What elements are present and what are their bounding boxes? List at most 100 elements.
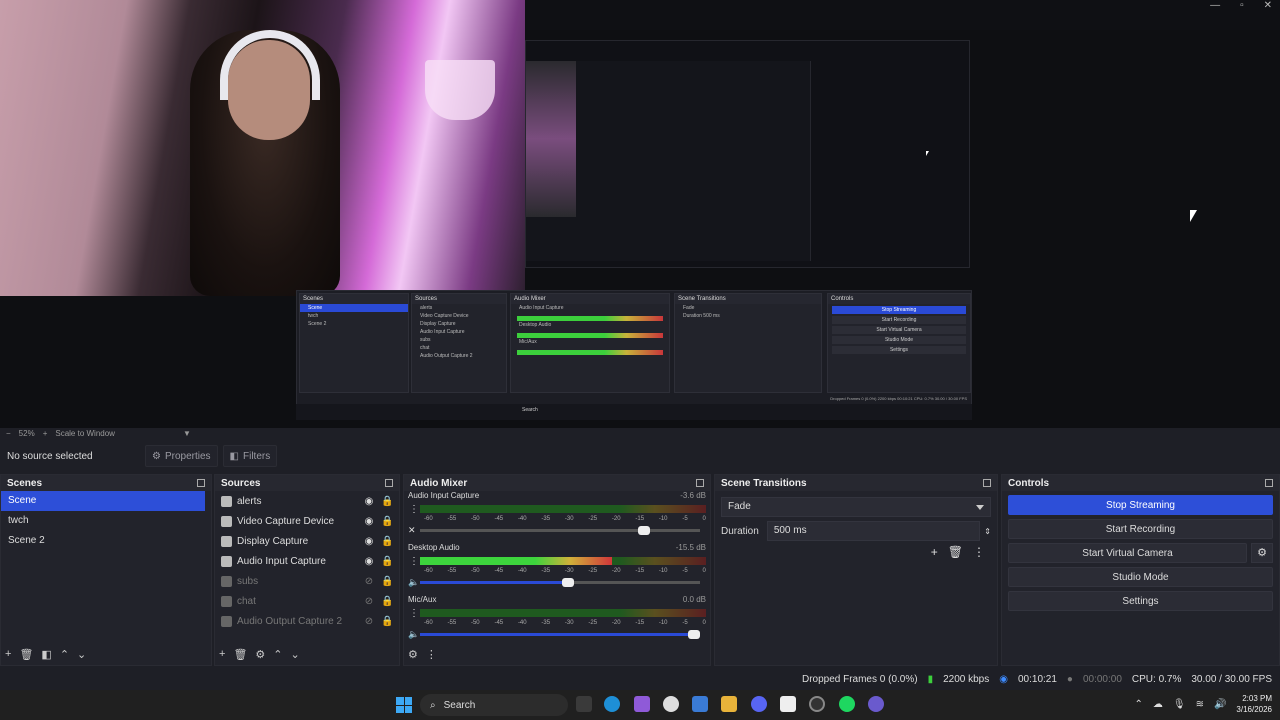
close-button[interactable]: ✕ (1264, 0, 1272, 14)
volume-knob[interactable] (562, 577, 574, 587)
lock-icon[interactable]: 🔒 (381, 616, 393, 627)
undock-icon[interactable] (983, 479, 991, 487)
add-icon[interactable]: + (219, 648, 225, 661)
folder-icon[interactable] (721, 696, 737, 712)
chevron-down-icon[interactable]: ▼ (183, 428, 191, 440)
more-icon[interactable]: ⋮ (408, 556, 420, 567)
volume-rest (649, 528, 700, 532)
lock-icon[interactable]: 🔒 (381, 596, 393, 607)
wifi-icon[interactable]: ≋ (1196, 699, 1204, 710)
add-icon[interactable]: + (931, 545, 938, 559)
volume-icon[interactable]: 🔊 (1214, 699, 1226, 710)
minimize-button[interactable]: — (1210, 0, 1220, 14)
source-item[interactable]: Display Capture ◉ 🔒 (215, 531, 399, 551)
scene-item-twch[interactable]: twch (1, 511, 211, 531)
duration-input[interactable]: 500 ms (766, 521, 981, 541)
source-item[interactable]: subs ⊘ 🔒 (215, 571, 399, 591)
gear-icon[interactable]: ⚙ (255, 648, 265, 661)
mixer-settings-icon[interactable]: ⚙ (408, 648, 418, 661)
properties-button[interactable]: ⚙ Properties (145, 445, 218, 467)
microphone-icon[interactable]: 🎙 (1173, 699, 1186, 710)
volume-knob[interactable] (688, 629, 700, 639)
obs-icon[interactable] (809, 696, 825, 712)
zoom-in-button[interactable]: + (43, 428, 48, 440)
undock-icon[interactable] (385, 479, 393, 487)
discord-icon[interactable] (751, 696, 767, 712)
edge-icon[interactable] (604, 696, 620, 712)
source-item[interactable]: Audio Input Capture ◉ 🔒 (215, 551, 399, 571)
transition-select[interactable]: Fade (721, 497, 991, 517)
settings-button[interactable]: Settings (1008, 591, 1273, 611)
source-item[interactable]: Audio Output Capture 2 ⊘ 🔒 (215, 611, 399, 631)
copilot-icon[interactable] (634, 696, 650, 712)
muted-speaker-icon[interactable]: ✕ (408, 525, 420, 536)
studio-mode-button[interactable]: Studio Mode (1008, 567, 1273, 587)
eye-icon[interactable]: ◉ (363, 516, 375, 527)
volume-slider[interactable] (420, 629, 700, 639)
scene-item-scene-2[interactable]: Scene 2 (1, 531, 211, 551)
chevron-up-icon[interactable]: ⌃ (1134, 699, 1142, 710)
volume-knob[interactable] (637, 525, 650, 535)
eye-icon[interactable]: ◉ (363, 556, 375, 567)
more-icon[interactable]: ⋮ (973, 545, 985, 559)
lock-icon[interactable]: 🔒 (381, 536, 393, 547)
scale-tick: -10 (658, 516, 668, 522)
trash-icon[interactable]: 🗑 (19, 648, 33, 661)
lock-icon[interactable]: 🔒 (381, 576, 393, 587)
program-preview[interactable]: — ▫ ✕ Scenes Scene twch Scene 2 Sources … (0, 0, 1280, 428)
store-icon[interactable] (692, 696, 708, 712)
task-view-icon[interactable] (576, 696, 592, 712)
maximize-button[interactable]: ▫ (1240, 0, 1244, 14)
eye-hidden-icon[interactable]: ⊘ (363, 616, 375, 627)
arrow-up-icon[interactable]: ⌃ (273, 648, 282, 661)
cloud-icon[interactable]: ☁ (1153, 699, 1163, 710)
speaker-icon[interactable]: 🔈 (408, 577, 420, 588)
scene-item-scene[interactable]: Scene (1, 491, 205, 511)
more-icon[interactable]: ⋮ (408, 504, 420, 515)
speaker-icon[interactable]: 🔈 (408, 629, 420, 640)
lock-icon[interactable]: 🔒 (381, 516, 393, 527)
eye-icon[interactable]: ◉ (363, 536, 375, 547)
file-icon[interactable] (780, 696, 796, 712)
volume-slider[interactable] (420, 577, 700, 587)
more-icon[interactable]: ⋮ (408, 608, 420, 619)
duration-row: Duration 500 ms ⇕ (721, 521, 991, 541)
start-recording-button[interactable]: Start Recording (1008, 519, 1273, 539)
source-item[interactable]: Video Capture Device ◉ 🔒 (215, 511, 399, 531)
mixer-channel-header: Mic/Aux 0.0 dB (408, 595, 706, 606)
lock-icon[interactable]: 🔒 (381, 556, 393, 567)
eye-hidden-icon[interactable]: ⊘ (363, 576, 375, 587)
undock-icon[interactable] (197, 479, 205, 487)
arrow-up-icon[interactable]: ⌃ (60, 648, 69, 661)
source-item[interactable]: alerts ◉ 🔒 (215, 491, 399, 511)
undock-icon[interactable] (696, 479, 704, 487)
zoom-out-button[interactable]: − (6, 428, 11, 440)
eye-icon[interactable]: ◉ (363, 496, 375, 507)
lock-icon[interactable]: 🔒 (381, 496, 393, 507)
taskbar-search[interactable]: ⌕ Search (420, 694, 568, 716)
filters-button[interactable]: ◧ Filters (222, 445, 278, 467)
scale-mode[interactable]: Scale to Window (55, 428, 115, 440)
gear-icon[interactable]: ⚙ (1251, 543, 1273, 563)
app-icon[interactable] (868, 696, 884, 712)
arrow-down-icon[interactable]: ⌄ (291, 648, 300, 661)
windows-start-icon[interactable] (396, 697, 412, 713)
eye-hidden-icon[interactable]: ⊘ (363, 596, 375, 607)
start-virtual-camera-button[interactable]: Start Virtual Camera (1008, 543, 1247, 563)
stop-streaming-button[interactable]: Stop Streaming (1008, 495, 1273, 515)
stepper-icon[interactable]: ⇕ (984, 527, 991, 536)
spotify-icon[interactable] (839, 696, 855, 712)
filter-icon[interactable]: ◧ (41, 648, 51, 661)
volume-slider[interactable] (420, 525, 700, 535)
arrow-down-icon[interactable]: ⌄ (77, 648, 86, 661)
source-label: Audio Output Capture 2 (237, 615, 343, 627)
clock[interactable]: 2:03 PM 3/16/2026 (1236, 693, 1272, 715)
trash-icon[interactable]: 🗑 (233, 648, 247, 661)
source-item[interactable]: chat ⊘ 🔒 (215, 591, 399, 611)
pin-icon[interactable] (663, 696, 679, 712)
level-meter (420, 609, 706, 617)
undock-icon[interactable] (1265, 479, 1273, 487)
add-icon[interactable]: + (5, 648, 11, 661)
trash-icon[interactable]: 🗑 (948, 545, 963, 559)
more-icon[interactable]: ⋮ (426, 648, 437, 661)
